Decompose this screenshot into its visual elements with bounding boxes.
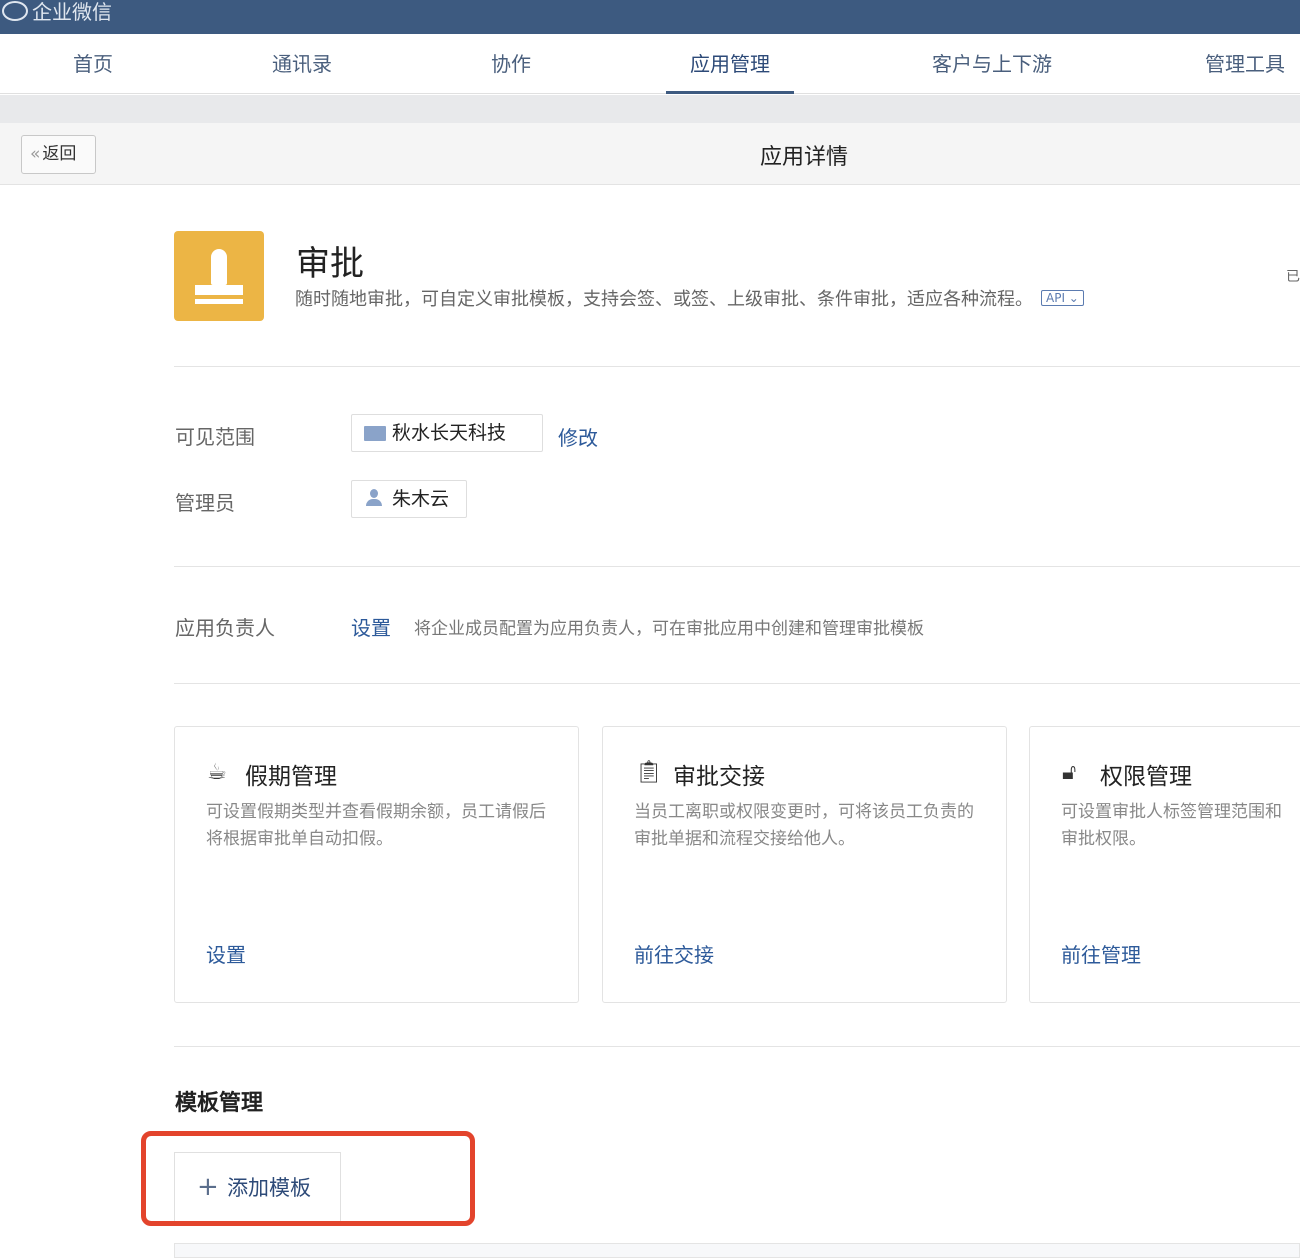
- divider: [174, 1046, 1300, 1047]
- card-leave: ☕︎ 假期管理 可设置假期类型并查看假期余额，员工请假后将根据审批单自动扣假。 …: [174, 726, 579, 1003]
- top-bar: 企业微信: [0, 0, 1300, 34]
- owner-label: 应用负责人: [175, 616, 275, 640]
- lock-icon: 🔓︎: [1062, 760, 1077, 785]
- card-permissions-link[interactable]: 前往管理: [1061, 939, 1141, 968]
- card-desc: 可设置假期类型并查看假期余额，员工请假后将根据审批单自动扣假。: [206, 802, 546, 849]
- sub-header: «返回 应用详情: [0, 123, 1300, 185]
- card-leave-settings-link[interactable]: 设置: [206, 939, 246, 968]
- back-button[interactable]: «返回: [21, 135, 96, 174]
- clipboard-icon: 📋︎: [635, 760, 663, 785]
- nav-home[interactable]: 首页: [73, 34, 113, 94]
- nav-tools[interactable]: 管理工具: [1205, 34, 1285, 94]
- card-title: 审批交接: [673, 764, 765, 790]
- nav-contacts[interactable]: 通讯录: [272, 34, 332, 94]
- nav-collab[interactable]: 协作: [491, 34, 531, 94]
- divider: [0, 95, 1300, 123]
- divider: [174, 683, 1300, 684]
- admin-label: 管理员: [175, 491, 235, 515]
- wecom-logo-icon: [2, 0, 28, 21]
- owner-hint: 将企业成员配置为应用负责人，可在审批应用中创建和管理审批模板: [414, 619, 924, 639]
- app-name: 审批: [296, 244, 364, 284]
- app-status: 已: [1286, 269, 1300, 285]
- visibility-chip: 秋水长天科技: [351, 414, 543, 452]
- divider: [174, 566, 1300, 567]
- template-list: [174, 1243, 1300, 1258]
- template-section-title: 模板管理: [175, 1091, 264, 1116]
- card-desc: 当员工离职或权限变更时，可将该员工负责的审批单据和流程交接给他人。: [634, 802, 974, 849]
- card-title: 权限管理: [1100, 764, 1192, 790]
- edit-visibility-link[interactable]: 修改: [558, 422, 598, 451]
- card-handover-link[interactable]: 前往交接: [634, 939, 714, 968]
- nav-apps[interactable]: 应用管理: [666, 34, 794, 94]
- card-handover: 📋︎ 审批交接 当员工离职或权限变更时，可将该员工负责的审批单据和流程交接给他人…: [602, 726, 1007, 1003]
- brand-name: 企业微信: [32, 0, 112, 24]
- divider: [174, 366, 1300, 367]
- admin-chip: 朱木云: [351, 480, 467, 518]
- set-owner-link[interactable]: 设置: [351, 612, 391, 641]
- nav-customers[interactable]: 客户与上下游: [932, 34, 1052, 94]
- back-label: 返回: [42, 144, 77, 164]
- card-title: 假期管理: [245, 764, 337, 790]
- brand-logo[interactable]: 企业微信: [2, 0, 112, 25]
- page-title: 应用详情: [759, 145, 848, 170]
- double-chevron-left-icon: «: [30, 144, 41, 164]
- api-dropdown[interactable]: API ⌄: [1041, 290, 1084, 306]
- person-icon: [366, 489, 382, 507]
- main-nav: 首页 通讯录 协作 应用管理 客户与上下游 管理工具: [0, 34, 1300, 94]
- highlight-box: [141, 1131, 475, 1226]
- card-permissions: 🔓︎ 权限管理 可设置审批人标签管理范围和审批权限。 前往管理: [1029, 726, 1300, 1003]
- folder-icon: [364, 426, 386, 441]
- stamp-icon: [174, 231, 264, 321]
- visibility-label: 可见范围: [175, 425, 255, 449]
- cup-icon: ☕︎: [207, 760, 227, 785]
- app-description: 随时随地审批，可自定义审批模板，支持会签、或签、上级审批、条件审批，适应各种流程…: [295, 285, 1255, 311]
- card-desc: 可设置审批人标签管理范围和审批权限。: [1061, 802, 1282, 849]
